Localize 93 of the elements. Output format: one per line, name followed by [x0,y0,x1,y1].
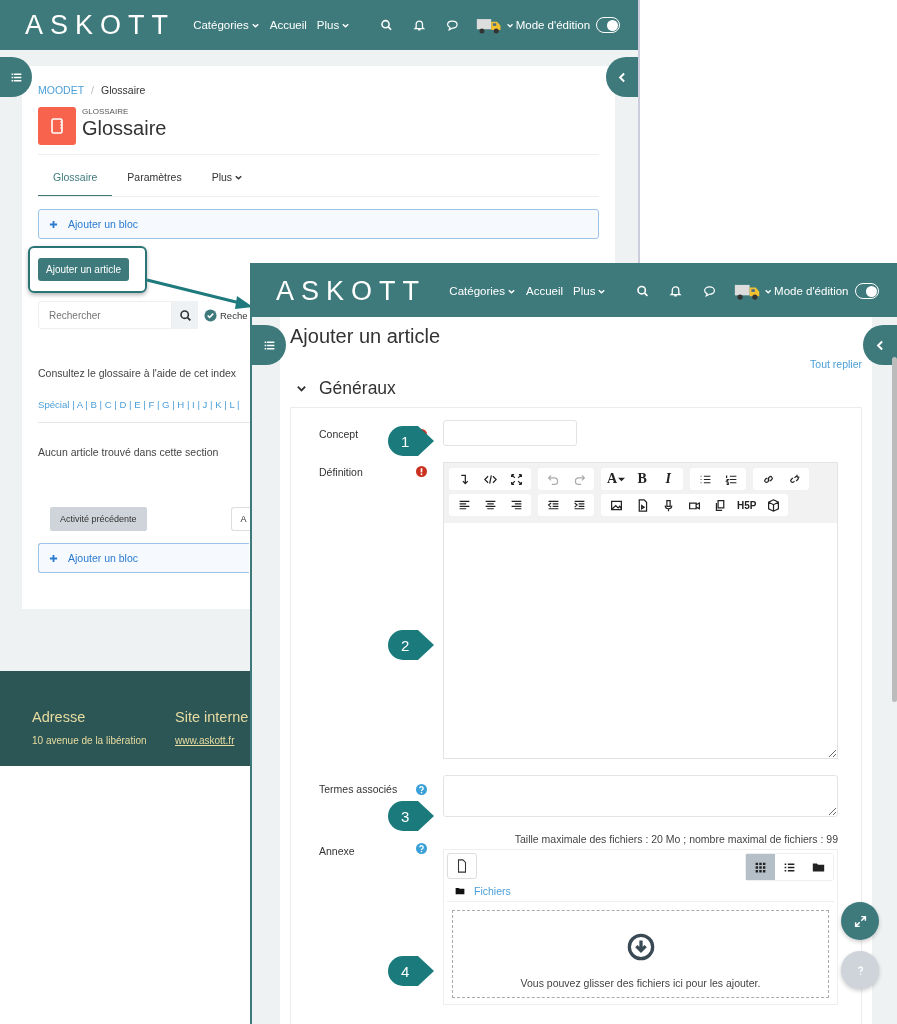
index-heading: Consultez le glossaire à l'aide de cet index [38,367,238,379]
glossary-icon [38,107,76,145]
tree-icon [812,860,825,874]
indent-icon [572,498,586,512]
empty-message: Aucun article trouvé dans cette section [38,446,220,458]
page-title: Ajouter un article [290,325,442,348]
field-label: Définition [319,466,364,478]
nav-menu-item[interactable]: Catégories [193,19,260,31]
add-article-button[interactable]: Ajouter un article [38,258,130,281]
list-icon [9,70,23,84]
image-icon [609,498,623,512]
caret-icon [618,475,626,483]
folder-icon [455,886,465,896]
field-label: Annexe [319,844,356,857]
dropzone-text: Vous pouvez glisser des fichiers ici pour les ajouter. [520,977,761,989]
add-block-button[interactable]: Ajouter un bloc [38,543,249,573]
input-field[interactable] [443,420,577,446]
file-limits-text: Taille maximale des fichiers : 20 Mo ; nombre maximal de fichiers : 99 [513,833,838,845]
search-field[interactable]: Rechercher [38,301,172,329]
italic-button[interactable]: I [655,468,682,490]
bell-icon[interactable] [669,284,683,298]
nav-menu-item[interactable]: Accueil [525,285,564,297]
search-icon [178,308,192,322]
activity-type: GLOSSAIRE [82,107,130,116]
drawer-toggle[interactable] [252,325,286,365]
chat-icon[interactable] [445,18,459,32]
files-icon [713,498,727,512]
search-icon[interactable] [636,284,650,298]
folder-link[interactable]: Fichiers [474,885,511,897]
align-left-icon [457,498,471,512]
file-icon [455,859,469,873]
nav-menu-item[interactable]: Catégories [449,285,516,297]
grid-icon [754,860,767,874]
align-center-icon [483,498,497,512]
footer-text: 10 avenue de la libération [32,735,148,746]
tab[interactable]: Plus [196,159,259,196]
tab[interactable]: Glossaire [38,159,113,196]
logo[interactable]: ASKOTT [276,275,450,307]
logo[interactable]: ASKOTT [25,9,194,41]
field-label: Termes associés [319,782,399,795]
expand-icon [853,914,867,928]
breadcrumb-link[interactable]: MOODET [38,84,85,96]
ol-icon [724,472,738,486]
fullscreen-icon [509,472,523,486]
nav-menu-item[interactable]: Plus [316,19,351,31]
previous-activity-button[interactable]: Activité précédente [50,507,147,531]
outdent-icon [546,498,560,512]
breadcrumb-separator: / [91,84,94,96]
alphabet-index[interactable]: Spécial | A | B | C | D | E | F | G | H | I | J | K | L | [38,399,240,410]
add-block-button[interactable]: Ajouter un bloc [38,209,599,239]
footer-heading: Adresse [32,709,87,725]
chevron-icon[interactable] [296,383,307,394]
bold-button[interactable]: B [629,468,656,490]
next-activity-button[interactable]: A [230,507,251,531]
collapse-all-link[interactable]: Tout replier [810,358,862,370]
checkbox[interactable] [204,308,217,322]
unlink-icon [787,472,801,486]
block-icon [766,498,780,512]
help-icon[interactable] [416,843,427,854]
section-title[interactable]: Généraux [319,378,396,399]
footer-heading: Site interne [175,709,249,725]
grid-view-button[interactable] [746,854,775,880]
help-icon[interactable] [416,784,427,795]
undo-icon [546,472,560,486]
field-label: Concept [319,427,360,440]
search-icon[interactable] [380,18,393,32]
breadcrumb-item: Glossaire [101,84,146,96]
h5p-button[interactable]: H5P [733,494,761,516]
checkbox-label: Reche [220,309,248,321]
footer-link[interactable]: www.askott.fr [175,735,249,746]
search-button[interactable] [172,301,198,329]
list-icon [783,860,796,874]
fontcolor-button[interactable]: A [603,468,630,490]
add-file-button[interactable] [447,853,477,879]
html-icon [483,472,497,486]
chat-icon[interactable] [702,284,716,298]
edit-mode-label: Mode d'édition [515,19,591,31]
page-title: Glossaire [82,117,167,140]
list-icon [262,338,276,352]
download-icon [626,933,655,961]
edit-mode-label: Mode d'édition [774,285,849,297]
dropzone[interactable]: Vous pouvez glisser des fichiers ici pour les ajouter. [452,910,829,998]
drawer-toggle[interactable] [606,57,638,97]
redo-icon [572,472,586,486]
bell-icon[interactable] [412,18,426,32]
nav-menu-item[interactable]: Plus [573,285,607,297]
scrollbar[interactable] [892,357,897,702]
nav-menu-item[interactable]: Accueil [269,19,307,31]
plus-icon [49,219,58,229]
tab[interactable]: Paramètres [112,159,197,196]
plus-icon [49,553,58,563]
align-right-icon [509,498,523,512]
drawer-toggle[interactable] [0,57,32,97]
